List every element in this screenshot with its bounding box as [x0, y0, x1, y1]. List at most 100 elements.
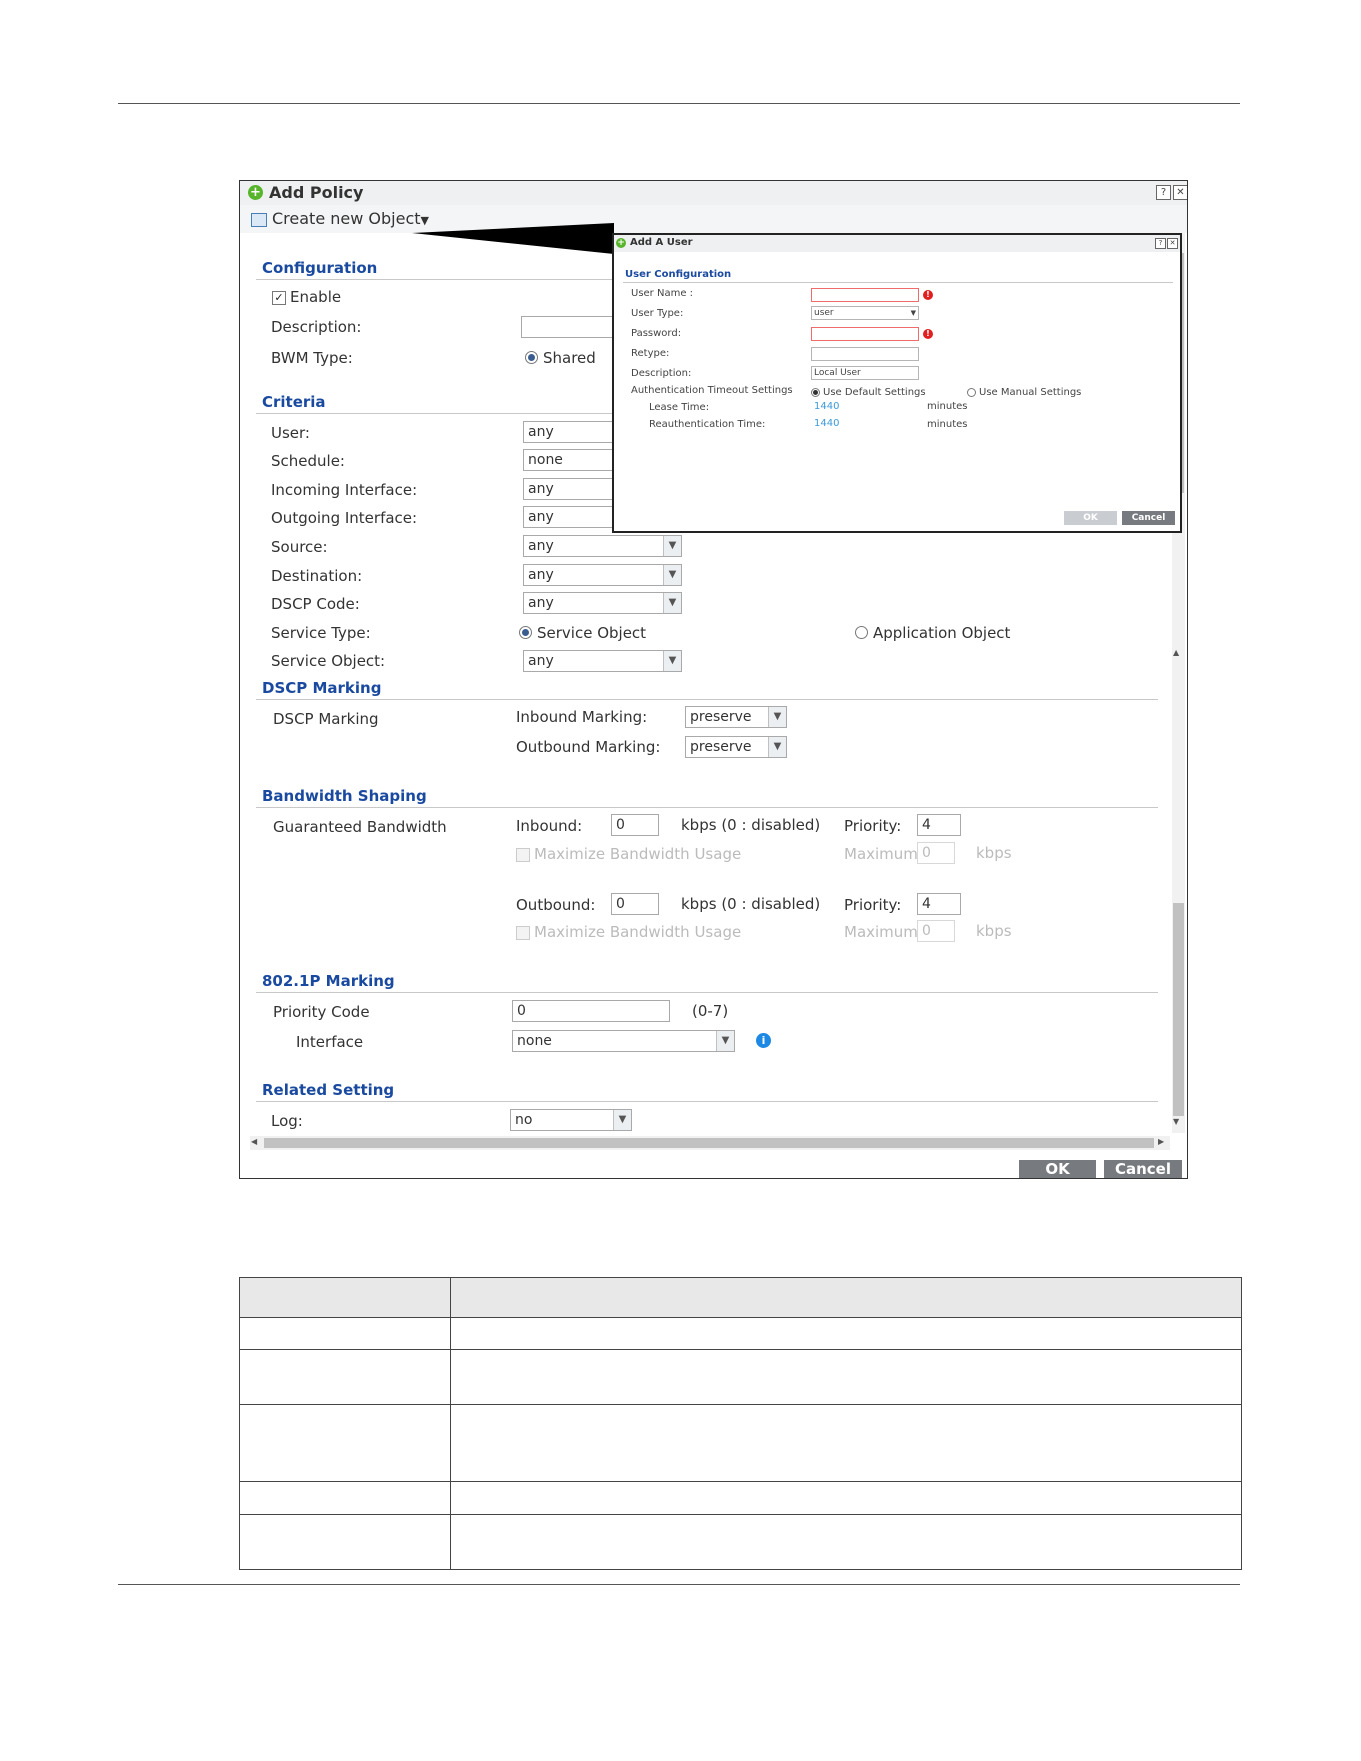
use-manual-settings-label: Use Manual Settings: [979, 387, 1082, 398]
outbound-marking-value: preserve: [690, 739, 752, 755]
outbound-maximum-label: Maximum:: [844, 923, 923, 941]
dscp-marking-row-label: DSCP Marking: [273, 710, 379, 728]
source-select[interactable]: any ▼: [523, 535, 682, 557]
enable-label: Enable: [290, 288, 342, 306]
use-default-settings-radio[interactable]: [811, 388, 820, 397]
user-type-select[interactable]: user ▼: [811, 306, 919, 320]
user-configuration-section: User Configuration: [625, 269, 732, 280]
dscp-code-select[interactable]: any ▼: [523, 592, 682, 614]
outbound-maximum-unit: kbps: [976, 922, 1012, 940]
section-divider: [256, 992, 1158, 993]
section-related-setting: Related Setting: [262, 1081, 395, 1099]
interface-select[interactable]: none ▼: [512, 1030, 735, 1052]
scrollbar-thumb-horizontal[interactable]: [264, 1138, 1154, 1148]
horizontal-scrollbar[interactable]: ◀ ▶: [250, 1136, 1170, 1150]
ok-button[interactable]: OK: [1019, 1160, 1096, 1178]
password-input[interactable]: [811, 327, 919, 341]
dscp-code-select-value: any: [528, 595, 554, 611]
chevron-down-icon: ▼: [716, 1031, 734, 1051]
table-cell: [450, 1349, 1242, 1405]
outbound-maximize-label: Maximize Bandwidth Usage: [534, 923, 742, 941]
chevron-down-icon: ▼: [613, 1110, 631, 1130]
bwm-type-shared-radio[interactable]: [525, 351, 538, 364]
service-object-select[interactable]: any ▼: [523, 650, 682, 672]
priority-code-range: (0-7): [692, 1002, 729, 1020]
chevron-down-icon: ▼: [910, 309, 916, 317]
description-table: [239, 1277, 1242, 1570]
inbound-priority-label: Priority:: [844, 817, 902, 835]
table-cell: [450, 1514, 1242, 1570]
service-object-label: Service Object:: [271, 652, 386, 670]
outbound-bandwidth-input[interactable]: 0: [611, 893, 659, 915]
description-input[interactable]: [521, 316, 621, 338]
section-bandwidth-shaping: Bandwidth Shaping: [262, 787, 427, 805]
inbound-marking-label: Inbound Marking:: [516, 708, 648, 726]
incoming-interface-label: Incoming Interface:: [271, 481, 418, 499]
chevron-down-icon: ▼: [768, 737, 786, 757]
user-name-input[interactable]: [811, 288, 919, 302]
scrollbar-thumb-bottom[interactable]: [1173, 903, 1184, 1116]
interface-label: Interface: [296, 1033, 364, 1051]
destination-select-value: any: [528, 567, 554, 583]
inbound-maximize-checkbox[interactable]: [516, 848, 530, 862]
scroll-left-arrow[interactable]: ◀: [251, 1137, 257, 1146]
user-label: User:: [271, 424, 310, 442]
scroll-down-arrow[interactable]: ▼: [1173, 1117, 1179, 1126]
retype-input[interactable]: [811, 347, 919, 361]
outbound-maximize-checkbox[interactable]: [516, 926, 530, 940]
top-rule: [118, 103, 1240, 104]
help-icon[interactable]: ?: [1155, 238, 1166, 249]
bottom-rule: [118, 1584, 1240, 1585]
inbound-bandwidth-input[interactable]: 0: [611, 814, 659, 836]
section-divider: [256, 1101, 1158, 1102]
inbound-priority-input[interactable]: 4: [917, 814, 961, 836]
log-select[interactable]: no ▼: [510, 1109, 632, 1131]
log-label: Log:: [271, 1112, 303, 1130]
priority-code-input[interactable]: 0: [512, 1000, 670, 1022]
table-row: [239, 1349, 1242, 1405]
info-icon[interactable]: i: [756, 1033, 771, 1048]
chevron-down-icon: ▼: [663, 593, 681, 613]
password-label: Password:: [631, 328, 682, 339]
inbound-label: Inbound:: [516, 817, 583, 835]
guaranteed-bandwidth-label: Guaranteed Bandwidth: [273, 818, 447, 836]
outbound-priority-label: Priority:: [844, 896, 902, 914]
sub-cancel-button[interactable]: Cancel: [1122, 511, 1175, 525]
inbound-marking-select[interactable]: preserve ▼: [685, 706, 787, 728]
application-object-radio[interactable]: [855, 626, 868, 639]
use-manual-settings-radio[interactable]: [967, 388, 976, 397]
table-cell: [239, 1317, 451, 1350]
enable-checkbox[interactable]: ✓: [272, 291, 286, 305]
sub-ok-button[interactable]: OK: [1064, 511, 1117, 525]
log-select-value: no: [515, 1112, 533, 1128]
service-object-option-label: Service Object: [537, 624, 647, 642]
scroll-up-arrow[interactable]: ▲: [1173, 648, 1179, 657]
required-warning-icon: !: [923, 290, 933, 300]
interface-select-value: none: [517, 1033, 552, 1049]
section-configuration: Configuration: [262, 259, 378, 277]
outbound-marking-label: Outbound Marking:: [516, 738, 661, 756]
table-header-cell: [239, 1277, 451, 1318]
inbound-maximum-input[interactable]: 0: [917, 842, 955, 864]
outbound-marking-select[interactable]: preserve ▼: [685, 736, 787, 758]
section-divider: [256, 807, 1158, 808]
section-divider: [623, 282, 1173, 283]
close-icon[interactable]: ✕: [1167, 238, 1178, 249]
use-default-settings-label: Use Default Settings: [823, 387, 926, 398]
section-dscp-marking: DSCP Marking: [262, 679, 382, 697]
description-input[interactable]: Local User: [811, 366, 919, 380]
inbound-maximum-unit: kbps: [976, 844, 1012, 862]
cancel-button[interactable]: Cancel: [1104, 1160, 1182, 1178]
scroll-right-arrow[interactable]: ▶: [1158, 1137, 1164, 1146]
outgoing-interface-value: any: [528, 509, 554, 525]
service-object-radio[interactable]: [519, 626, 532, 639]
service-object-select-value: any: [528, 653, 554, 669]
chevron-down-icon: ▼: [663, 565, 681, 585]
outbound-priority-input[interactable]: 4: [917, 893, 961, 915]
table-header-cell: [450, 1277, 1242, 1318]
destination-select[interactable]: any ▼: [523, 564, 682, 586]
outbound-label: Outbound:: [516, 896, 596, 914]
auth-timeout-label: Authentication Timeout Settings: [631, 385, 793, 396]
table-cell: [239, 1349, 451, 1405]
outbound-maximum-input[interactable]: 0: [917, 920, 955, 942]
